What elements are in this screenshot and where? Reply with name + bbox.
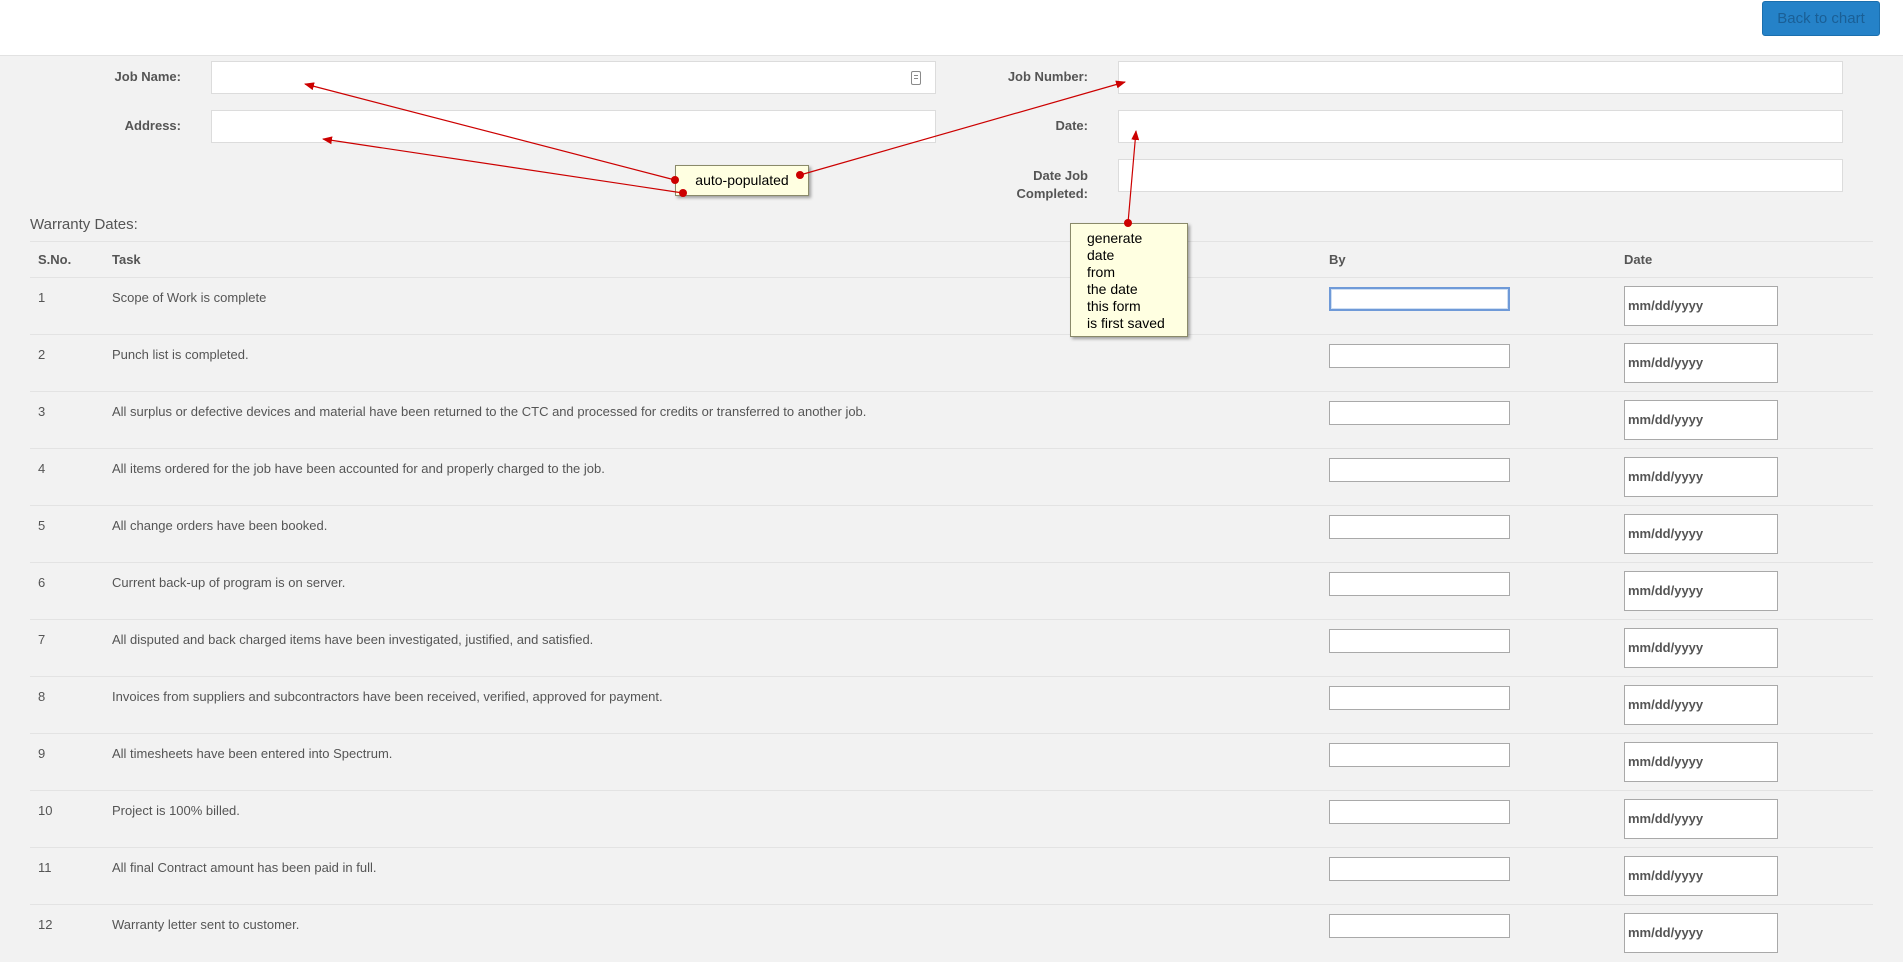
by-input[interactable]: [1329, 572, 1510, 596]
date-input[interactable]: mm/dd/yyyy: [1624, 799, 1778, 839]
auto-populated-note: auto-populated: [675, 165, 809, 196]
back-to-chart-button[interactable]: Back to chart: [1762, 1, 1880, 36]
row-sno: 8: [38, 689, 46, 704]
row-task: Project is 100% billed.: [112, 803, 240, 818]
row-task: Invoices from suppliers and subcontracto…: [112, 689, 663, 704]
date-input[interactable]: mm/dd/yyyy: [1624, 514, 1778, 554]
table-row: 4 All items ordered for the job have been…: [30, 448, 1873, 506]
generate-date-note: generate date from the date this form is…: [1070, 223, 1188, 337]
table-row: 9 All timesheets have been entered into S…: [30, 733, 1873, 791]
row-sno: 7: [38, 632, 46, 647]
by-input[interactable]: [1329, 857, 1510, 881]
arrow-to-address: [322, 136, 684, 194]
table-row: 1 Scope of Work is complete mm/dd/yyyy: [30, 277, 1873, 335]
by-input[interactable]: [1329, 287, 1510, 311]
date-input[interactable]: mm/dd/yyyy: [1624, 856, 1778, 896]
top-bar: Back to chart: [0, 0, 1903, 56]
note-line: date: [1087, 247, 1115, 263]
row-sno: 1: [38, 290, 46, 305]
table-row: 6 Current back-up of program is on server…: [30, 562, 1873, 620]
by-input[interactable]: [1329, 800, 1510, 824]
row-sno: 11: [38, 860, 52, 875]
row-task: All final Contract amount has been paid …: [112, 860, 377, 875]
date-input[interactable]: mm/dd/yyyy: [1624, 913, 1778, 953]
job-number-label: Job Number:: [1007, 69, 1088, 84]
contact-card-icon[interactable]: [911, 71, 921, 85]
date-label: Date:: [1055, 118, 1088, 133]
row-sno: 9: [38, 746, 46, 761]
row-task: All timesheets have been entered into Sp…: [112, 746, 393, 761]
date-input[interactable]: mm/dd/yyyy: [1624, 286, 1778, 326]
by-input[interactable]: [1329, 401, 1510, 425]
date-job-completed-field[interactable]: [1118, 159, 1843, 192]
row-task: All change orders have been booked.: [112, 518, 328, 533]
row-task: Punch list is completed.: [112, 347, 249, 362]
by-input[interactable]: [1329, 743, 1510, 767]
by-input[interactable]: [1329, 914, 1510, 938]
col-header-date: Date: [1624, 252, 1653, 267]
date-job-completed-label-line1: Date Job: [1033, 168, 1088, 183]
row-sno: 4: [38, 461, 46, 476]
table-row: 11 All final Contract amount has been pai…: [30, 847, 1873, 905]
col-header-sno: S.No.: [38, 252, 72, 267]
row-sno: 6: [38, 575, 46, 590]
date-job-completed-label: Date Job Completed:: [960, 167, 1089, 203]
section-divider: [30, 241, 1873, 242]
row-sno: 12: [38, 917, 53, 932]
job-name-field[interactable]: [211, 61, 936, 94]
row-sno: 10: [38, 803, 53, 818]
row-task: All surplus or defective devices and mat…: [112, 404, 867, 419]
date-input[interactable]: mm/dd/yyyy: [1624, 685, 1778, 725]
row-task: Current back-up of program is on server.: [112, 575, 346, 590]
note-line: is first saved: [1087, 315, 1165, 331]
row-task: All items ordered for the job have been …: [112, 461, 605, 476]
table-row: 5 All change orders have been booked. mm/d…: [30, 505, 1873, 563]
job-name-label: Job Name:: [114, 69, 181, 84]
date-input[interactable]: mm/dd/yyyy: [1624, 628, 1778, 668]
by-input[interactable]: [1329, 686, 1510, 710]
by-input[interactable]: [1329, 344, 1510, 368]
by-input[interactable]: [1329, 458, 1510, 482]
table-row: 3 All surplus or defective devices and ma…: [30, 391, 1873, 449]
table-row: 8 Invoices from suppliers and subcontract…: [30, 676, 1873, 734]
row-task: All disputed and back charged items have…: [112, 632, 594, 647]
row-sno: 3: [38, 404, 46, 419]
table-row: 2 Punch list is completed. mm/dd/yyyy: [30, 334, 1873, 392]
date-input[interactable]: mm/dd/yyyy: [1624, 742, 1778, 782]
note-line: this form: [1087, 298, 1141, 314]
col-header-task: Task: [112, 252, 141, 267]
note-line: generate: [1087, 230, 1143, 246]
col-header-by: By: [1329, 252, 1346, 267]
row-sno: 5: [38, 518, 46, 533]
date-field[interactable]: [1118, 110, 1843, 143]
date-input[interactable]: mm/dd/yyyy: [1624, 457, 1778, 497]
job-number-field[interactable]: [1118, 61, 1843, 94]
note-line: from: [1087, 264, 1115, 280]
address-label: Address:: [124, 118, 181, 133]
table-row: 12 Warranty letter sent to customer. mm/dd…: [30, 904, 1873, 962]
date-input[interactable]: mm/dd/yyyy: [1624, 400, 1778, 440]
note-line: the date: [1087, 281, 1138, 297]
by-input[interactable]: [1329, 515, 1510, 539]
address-field[interactable]: [211, 110, 936, 143]
table-row: 10 Project is 100% billed. mm/dd/yyyy: [30, 790, 1873, 848]
date-input[interactable]: mm/dd/yyyy: [1624, 571, 1778, 611]
row-task: Scope of Work is complete: [112, 290, 267, 305]
by-input[interactable]: [1329, 629, 1510, 653]
date-job-completed-label-line2: Completed:: [1016, 186, 1089, 201]
row-sno: 2: [38, 347, 46, 362]
table-row: 7 All disputed and back charged items hav…: [30, 619, 1873, 677]
warranty-dates-title: Warranty Dates:: [30, 216, 138, 233]
date-input[interactable]: mm/dd/yyyy: [1624, 343, 1778, 383]
row-task: Warranty letter sent to customer.: [112, 917, 300, 932]
